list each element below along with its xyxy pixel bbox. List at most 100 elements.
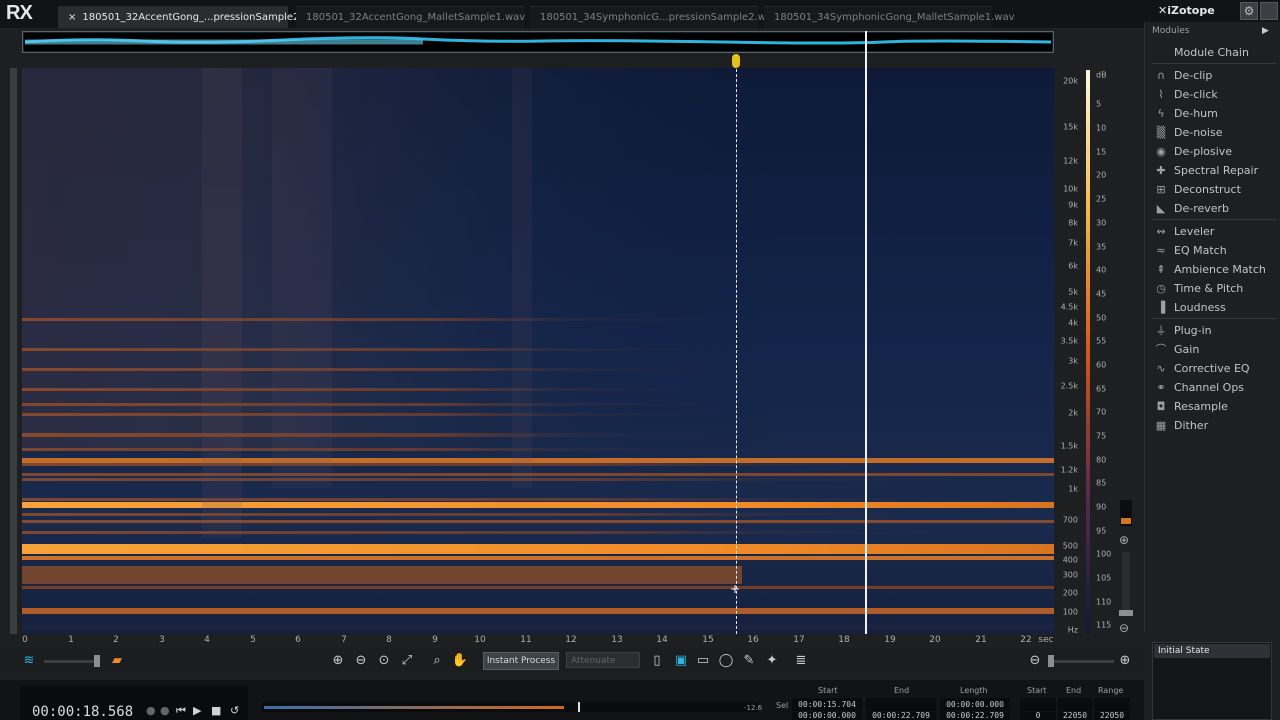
module-channel-ops[interactable]: ⚭ Channel Ops — [1152, 378, 1276, 397]
sel-header-start: Start — [818, 686, 838, 695]
sel-start-field[interactable]: 00:00:15.704 — [792, 698, 862, 711]
loop-icon[interactable]: ↺ — [230, 704, 239, 717]
waveform-view-icon[interactable]: ≋ — [20, 652, 38, 670]
vertical-zoom-slider[interactable] — [1122, 552, 1130, 612]
view-freq-range-field[interactable]: 22050 — [1094, 712, 1130, 720]
module-spectral-repair[interactable]: ✚ Spectral Repair — [1152, 161, 1276, 180]
attenuate-dropdown[interactable]: Attenuate — [566, 652, 640, 668]
cursor-line — [736, 54, 737, 634]
lasso-icon[interactable]: ◯ — [717, 652, 735, 670]
freq-start-field[interactable] — [1020, 698, 1056, 711]
settings-gear-icon[interactable]: ⚙ — [1240, 2, 1258, 20]
spectrogram-view-icon[interactable]: ▰ — [108, 652, 126, 670]
tab-label: 180501_32AccentGong_MalletSample1.wav — [306, 12, 526, 23]
spectrogram-display[interactable] — [22, 68, 1054, 634]
tab-file-3[interactable]: 180501_34SymphonicG...pressionSample2.wa… — [530, 6, 778, 28]
zoom-out-vertical-icon[interactable]: ⊖ — [1119, 621, 1129, 635]
module-deconstruct[interactable]: ⊞ Deconstruct — [1152, 180, 1276, 199]
vertical-zoom-handle[interactable] — [1119, 610, 1133, 616]
module-de-noise[interactable]: ▒ De-noise — [1152, 123, 1276, 142]
frequency-select-icon[interactable]: ▭ — [694, 652, 712, 670]
module-chain-button[interactable]: Module Chain — [1152, 43, 1276, 62]
view-freq-start-field[interactable]: 0 — [1020, 712, 1056, 720]
skip-back-icon[interactable]: ⏮ — [176, 704, 186, 718]
tab-file-4[interactable]: 180501_34SymphonicGong_MalletSample1.wav — [764, 6, 1015, 28]
module-corrective-eq[interactable]: ∿ Corrective EQ — [1152, 359, 1276, 378]
playhead-line[interactable] — [865, 31, 867, 634]
record-icon[interactable]: ● — [146, 704, 156, 717]
module-eq-match[interactable]: ≈ EQ Match — [1152, 241, 1276, 260]
module-gain[interactable]: ⌒ Gain — [1152, 340, 1276, 359]
magic-wand-icon[interactable]: ✦ — [763, 652, 781, 670]
module-leveler[interactable]: ↭ Leveler — [1152, 222, 1276, 241]
freq-end-field[interactable] — [1058, 698, 1092, 711]
module-loudness[interactable]: ▐ Loudness — [1152, 298, 1276, 317]
module-de-hum[interactable]: ϟ De-hum — [1152, 104, 1276, 123]
module-de-click[interactable]: ⌇ De-click — [1152, 85, 1276, 104]
zoom-fit-icon[interactable]: ⤢ — [398, 652, 416, 670]
time-pitch-icon: ◷ — [1156, 282, 1166, 295]
deconstruct-icon: ⊞ — [1156, 183, 1166, 196]
time-tick: 10 — [474, 635, 486, 645]
divider — [1152, 219, 1276, 220]
history-item[interactable]: Initial State — [1154, 644, 1270, 658]
help-icon[interactable] — [1260, 2, 1278, 20]
instant-process-button[interactable]: Instant Process — [483, 652, 559, 670]
tab-file-1[interactable]: × 180501_32AccentGong_...pressionSample2.… — [58, 6, 323, 28]
play-icon[interactable]: ▶ — [193, 704, 201, 717]
time-select-icon[interactable]: ▯ — [648, 652, 666, 670]
view-blend-slider[interactable] — [44, 660, 98, 663]
divider — [1152, 318, 1276, 319]
view-freq-end-field[interactable]: 22050 — [1058, 712, 1092, 720]
zoom-in-small-icon[interactable]: ⊕ — [1116, 652, 1134, 670]
zoom-out-small-icon[interactable]: ⊖ — [1026, 652, 1044, 670]
freq-tick: 20k — [1063, 76, 1078, 86]
sel-end-field[interactable] — [866, 698, 936, 711]
hand-tool-icon[interactable]: ✋ — [451, 652, 469, 670]
module-dither[interactable]: ▦ Dither — [1152, 416, 1276, 435]
module-plug-in[interactable]: ⏚ Plug-in — [1152, 321, 1276, 340]
input-meter-level — [1121, 518, 1131, 524]
zoom-slider-handle[interactable] — [1048, 655, 1054, 667]
close-tab-icon[interactable]: × — [68, 12, 76, 23]
zoom-selection-icon[interactable]: ⊙ — [375, 652, 393, 670]
module-ambience-match[interactable]: ⇞ Ambience Match — [1152, 260, 1276, 279]
view-length-field[interactable]: 00:00:22.709 — [940, 712, 1010, 720]
module-de-plosive[interactable]: ◉ De-plosive — [1152, 142, 1276, 161]
time-tick: 13 — [611, 635, 623, 645]
expand-arrow-icon[interactable]: ▶ — [1262, 26, 1269, 36]
sel-length-field[interactable]: 00:00:00.000 — [940, 698, 1010, 711]
harmonic-select-icon[interactable]: ≣ — [792, 652, 810, 670]
time-frequency-select-icon[interactable]: ▣ — [672, 652, 690, 670]
module-de-reverb[interactable]: ◣ De-reverb — [1152, 199, 1276, 218]
view-end-field[interactable]: 00:00:22.709 — [866, 712, 936, 720]
module-de-clip[interactable]: ∩ De-clip — [1152, 66, 1276, 85]
stop-icon[interactable]: ■ — [211, 704, 221, 717]
freq-tick: 15k — [1063, 122, 1078, 132]
module-label: Loudness — [1174, 301, 1226, 314]
zoom-tool-icon[interactable]: ⌕ — [428, 652, 446, 670]
view-blend-handle[interactable] — [94, 655, 100, 667]
zoom-slider[interactable] — [1050, 660, 1114, 663]
waveform-overview[interactable] — [22, 31, 1054, 53]
cursor-marker[interactable] — [732, 54, 740, 68]
freq-range-field[interactable] — [1094, 698, 1130, 711]
module-resample[interactable]: ◘ Resample — [1152, 397, 1276, 416]
module-label: De-reverb — [1174, 202, 1230, 215]
freq-tick: 2k — [1068, 408, 1078, 418]
view-start-field[interactable]: 00:00:00.000 — [792, 712, 862, 720]
module-label: Dither — [1174, 419, 1209, 432]
brush-icon[interactable]: ✎ — [740, 652, 758, 670]
tab-file-2[interactable]: 180501_32AccentGong_MalletSample1.wav — [296, 6, 526, 28]
time-tick: 9 — [432, 635, 438, 645]
freq-tick: 100 — [1062, 607, 1078, 617]
zoom-out-icon[interactable]: ⊖ — [352, 652, 370, 670]
module-time-pitch[interactable]: ◷ Time & Pitch — [1152, 279, 1276, 298]
corrective-eq-icon: ∿ — [1156, 362, 1166, 375]
zoom-in-icon[interactable]: ⊕ — [329, 652, 347, 670]
de-hum-icon: ϟ — [1157, 107, 1165, 120]
record-arm-icon[interactable]: ● — [160, 704, 170, 717]
zoom-in-vertical-icon[interactable]: ⊕ — [1119, 533, 1129, 547]
time-tick: 18 — [838, 635, 850, 645]
vertical-scrollbar[interactable] — [10, 68, 17, 634]
